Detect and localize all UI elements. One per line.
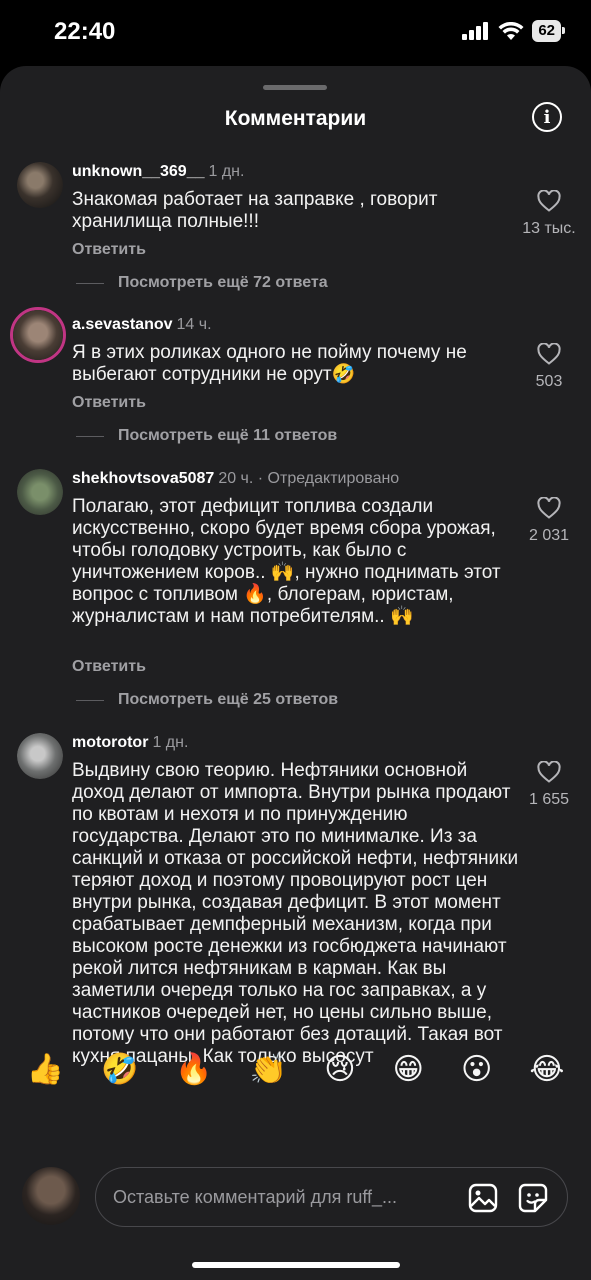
like-button[interactable]: 13 тыс. — [517, 190, 581, 238]
view-more-replies-label: Посмотреть ещё 11 ответов — [118, 427, 338, 444]
comment-meta: motorotor 1 дн. — [72, 734, 188, 752]
reply-button[interactable]: Ответить — [72, 658, 146, 676]
wifi-icon — [498, 21, 524, 40]
comment-meta: unknown__369__ 1 дн. — [72, 163, 244, 181]
like-count: 1 655 — [528, 791, 570, 808]
comment-input[interactable]: Оставьте комментарий для ruff_... — [95, 1167, 568, 1227]
sheet-grabber[interactable] — [263, 85, 327, 90]
timestamp: 1 дн. — [152, 734, 189, 751]
heart-icon — [537, 190, 561, 212]
view-more-replies[interactable]: Посмотреть ещё 11 ответов — [76, 427, 337, 445]
info-icon: i — [543, 106, 551, 128]
reply-button[interactable]: Ответить — [72, 241, 146, 259]
emoji-grin[interactable]: 😁 — [393, 1052, 424, 1087]
view-more-replies[interactable]: Посмотреть ещё 72 ответа — [76, 274, 328, 292]
home-indicator[interactable] — [192, 1262, 400, 1268]
comment-meta: a.sevastanov 14 ч. — [72, 316, 212, 334]
username[interactable]: shekhovtsova5087 — [72, 470, 214, 487]
username[interactable]: unknown__369__ — [72, 163, 205, 180]
view-more-replies-label: Посмотреть ещё 25 ответов — [118, 691, 339, 708]
status-bar: 22:40 62 — [0, 0, 591, 66]
image-icon[interactable] — [467, 1182, 499, 1214]
emoji-quick-bar: 👍 🤣 🔥 👏 😢 😁 😮 😂 — [0, 1039, 591, 1099]
username[interactable]: a.sevastanov — [72, 316, 173, 333]
emoji-rofl[interactable]: 🤣 — [101, 1052, 138, 1087]
like-button[interactable]: 2 031 — [517, 497, 581, 545]
cellular-signal-icon — [462, 22, 489, 40]
view-more-replies[interactable]: Посмотреть ещё 25 ответов — [76, 691, 338, 709]
heart-icon — [537, 343, 561, 365]
info-button[interactable]: i — [532, 102, 562, 132]
avatar[interactable] — [10, 307, 66, 363]
comment-list[interactable]: unknown__369__ 1 дн. Знакомая работает на… — [0, 156, 591, 1098]
comment-text: Знакомая работает на заправке , говорит … — [72, 189, 438, 232]
sheet-title: Комментарии — [224, 107, 367, 130]
emoji-clap[interactable]: 👏 — [250, 1052, 287, 1087]
timestamp: 1 дн. — [208, 163, 245, 180]
like-count: 503 — [535, 373, 563, 390]
heart-icon — [537, 497, 561, 519]
emoji-surprised[interactable]: 😮 — [461, 1052, 492, 1087]
reply-button[interactable]: Ответить — [72, 394, 146, 412]
like-count: 13 тыс. — [522, 220, 576, 237]
comment-text: Я в этих роликах одного не пойму почему … — [72, 342, 467, 385]
emoji-thumbs-up[interactable]: 👍 — [27, 1052, 64, 1087]
heart-icon — [537, 761, 561, 783]
status-time: 22:40 — [54, 18, 116, 45]
avatar[interactable] — [17, 162, 63, 208]
comment-meta: shekhovtsova5087 20 ч. · Отредактировано — [72, 470, 399, 488]
comment-text: Выдвину свою теорию. Нефтяники основной … — [72, 760, 519, 1067]
avatar[interactable] — [17, 469, 63, 515]
like-button[interactable]: 503 — [517, 343, 581, 391]
emoji-cry[interactable]: 😢 — [324, 1052, 355, 1087]
my-avatar — [22, 1167, 80, 1225]
like-button[interactable]: 1 655 — [517, 761, 581, 809]
like-count: 2 031 — [528, 527, 570, 544]
avatar[interactable] — [17, 733, 63, 779]
comment-text: Полагаю, этот дефицит топлива создали ис… — [72, 496, 501, 627]
view-more-replies-label: Посмотреть ещё 72 ответа — [118, 274, 328, 291]
timestamp: 20 ч. · Отредактировано — [218, 470, 400, 487]
emoji-joy[interactable]: 😂 — [529, 1052, 564, 1087]
username[interactable]: motorotor — [72, 734, 148, 751]
sticker-icon[interactable] — [517, 1182, 549, 1214]
battery-indicator: 62 — [532, 20, 565, 42]
comment-input-placeholder: Оставьте комментарий для ruff_... — [113, 1187, 398, 1207]
timestamp: 14 ч. — [176, 316, 212, 333]
emoji-fire[interactable]: 🔥 — [175, 1052, 212, 1087]
